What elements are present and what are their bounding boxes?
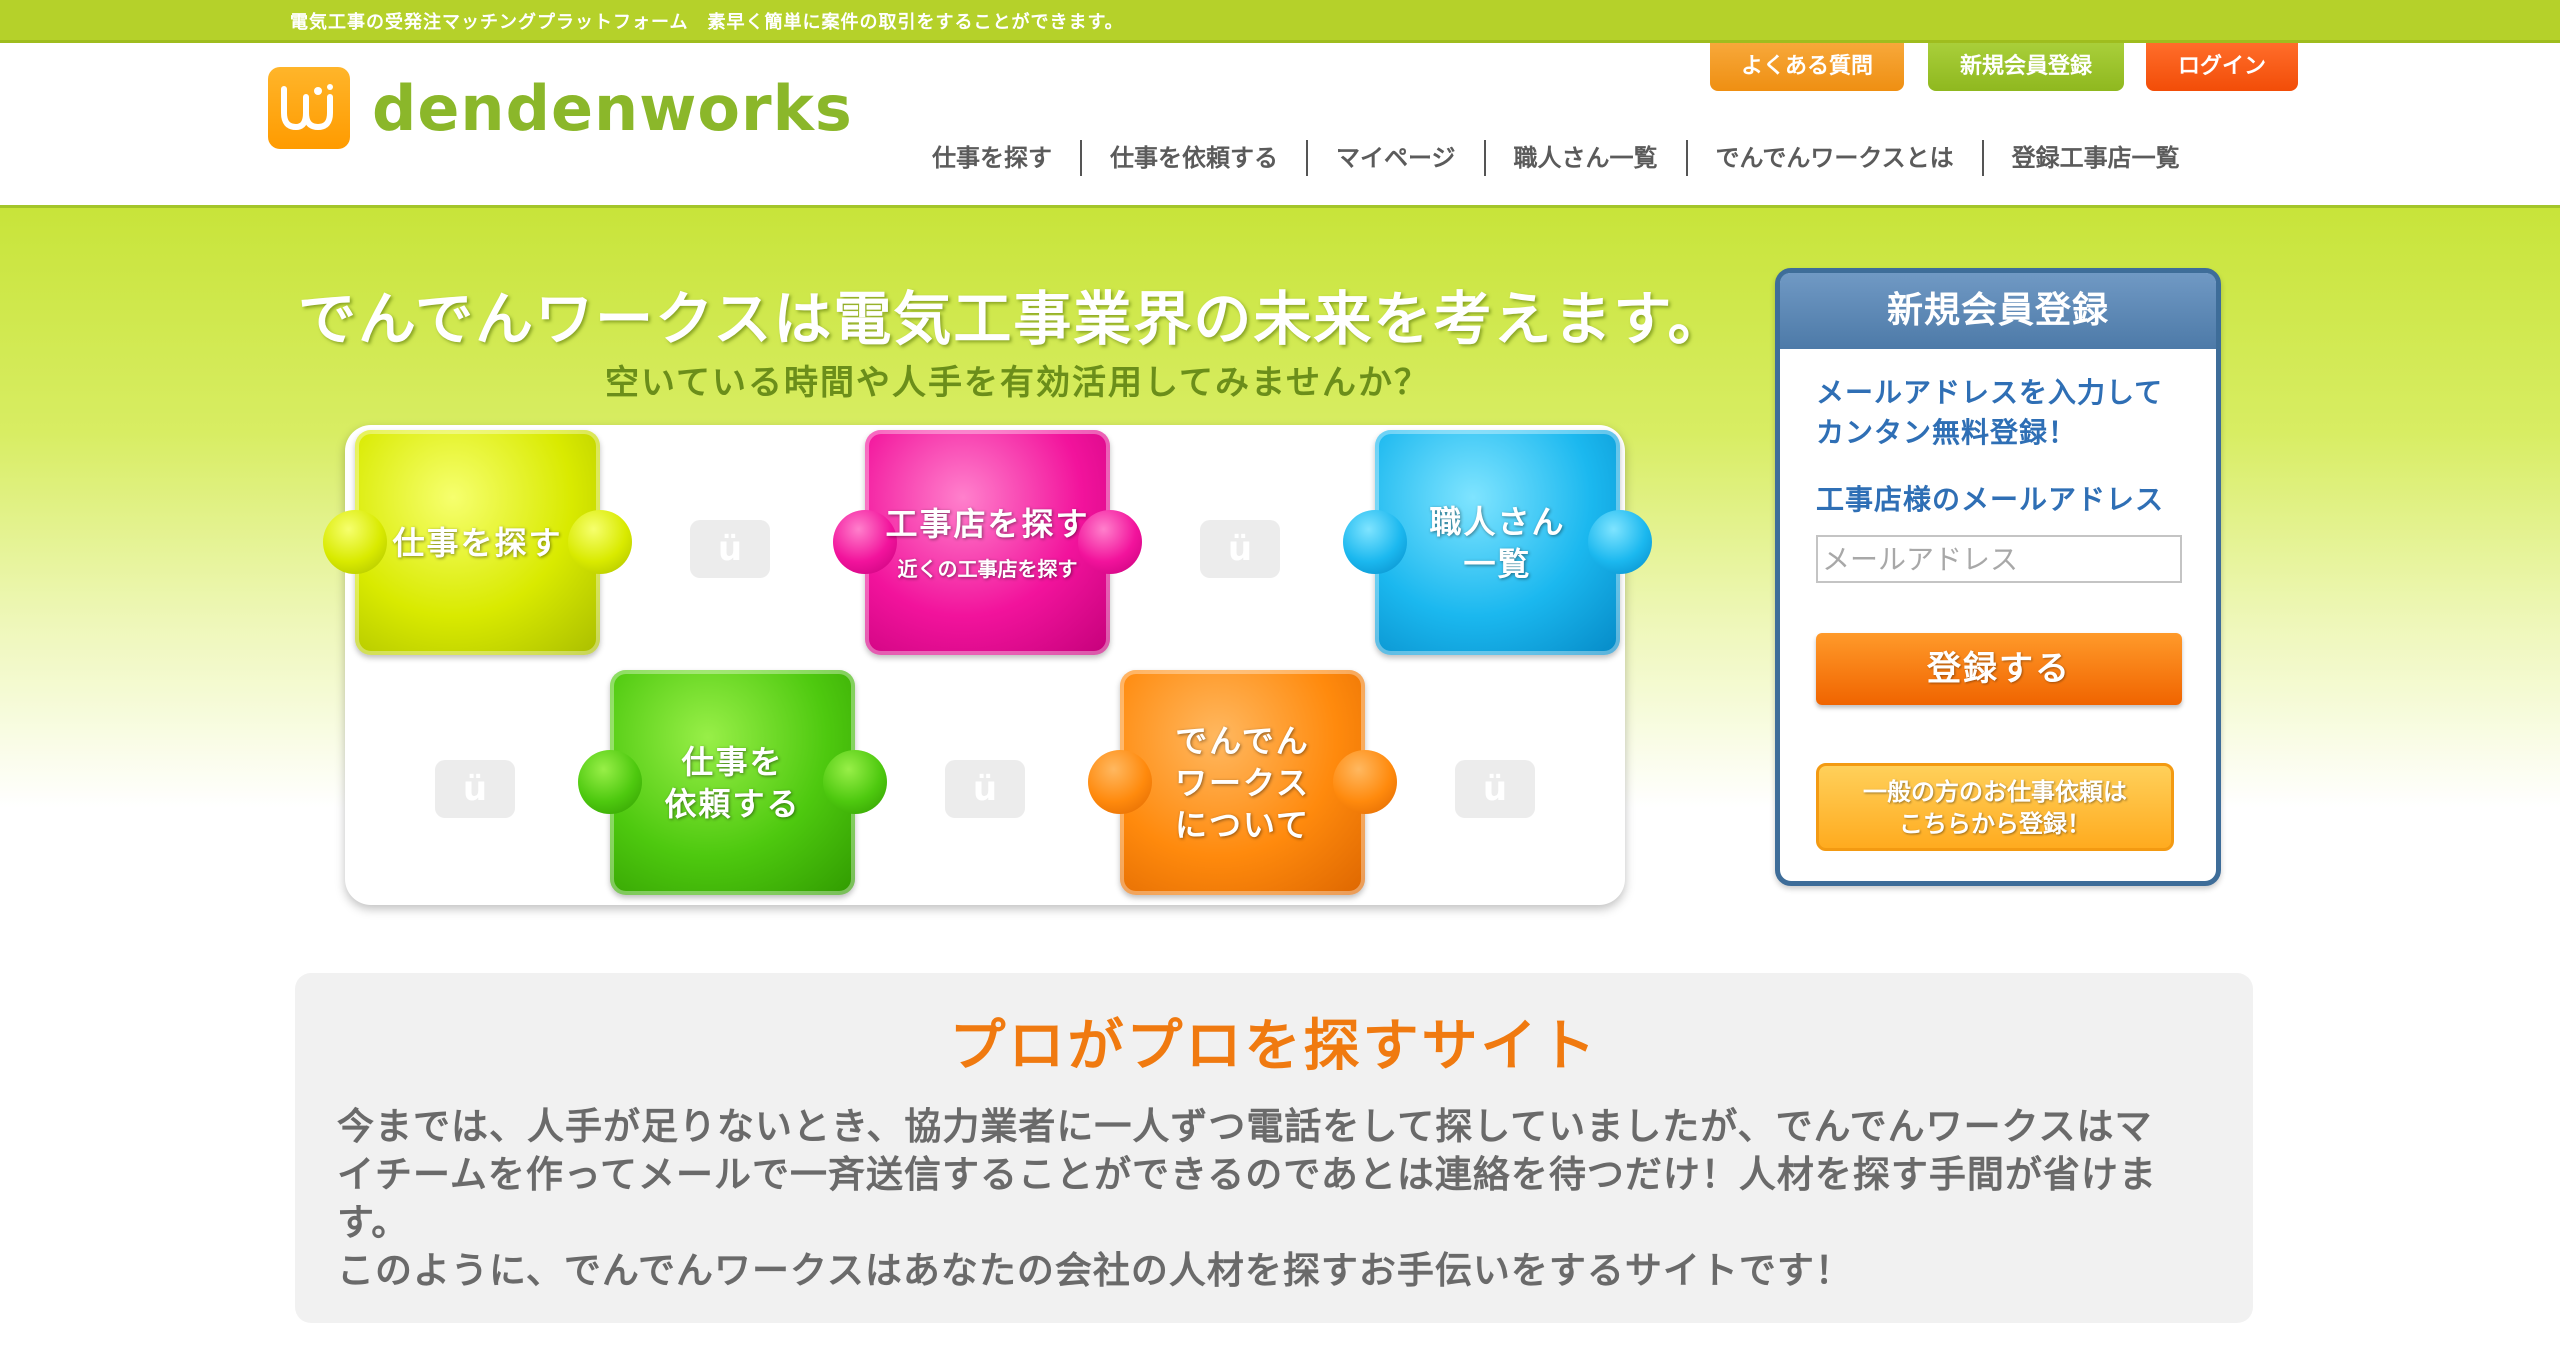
puzzle-knob — [1333, 750, 1397, 814]
puzzle-knob — [823, 750, 887, 814]
puzzle-knob — [323, 510, 387, 574]
puzzle-find-shop-label: 工事店を探す — [885, 505, 1090, 543]
email-field[interactable] — [1816, 535, 2182, 583]
puzzle-knob — [578, 750, 642, 814]
intro-title: プロがプロを探すサイト — [949, 1014, 1599, 1079]
ghost-logo-icon: ü — [1200, 520, 1280, 578]
ghost-logo-icon: ü — [1455, 760, 1535, 818]
puzzle-find-job[interactable]: 仕事を探す — [323, 430, 632, 655]
signup-lead: メールアドレスを入力して カンタン無料登録！ — [1816, 373, 2163, 453]
intro-body: 今までは、人手が足りないとき、協力業者に一人ずつ電話をして探していましたが、でん… — [337, 1103, 2167, 1295]
hero-title: でんでんワークスは電気工事業界の未来を考えます。 — [298, 285, 1728, 353]
intro-paragraph: このように、でんでんワークスはあなたの会社の人材を探すお手伝いをするサイトです！ — [337, 1249, 1853, 1292]
logo-mark-icon — [268, 67, 350, 149]
nav-craftsmen-list[interactable]: 職人さん一覧 — [1483, 140, 1686, 176]
puzzle-about[interactable]: でんでん ワークス について — [1088, 670, 1397, 895]
signup-heading: 新規会員登録 — [1780, 273, 2216, 349]
general-request-button[interactable]: 一般の方のお仕事依頼は こちらから登録！ — [1816, 763, 2174, 851]
signup-panel: 新規会員登録 メールアドレスを入力して カンタン無料登録！ 工事店様のメールアド… — [1775, 268, 2221, 886]
register-button[interactable]: 新規会員登録 — [1928, 43, 2124, 91]
signup-lead-line2: カンタン無料登録！ — [1816, 416, 2078, 449]
hero-subtitle: 空いている時間や人手を有効活用してみませんか？ — [605, 363, 1430, 403]
login-button[interactable]: ログイン — [2146, 43, 2298, 91]
puzzle-request-line2: 依頼する — [664, 784, 801, 823]
ghost-logo-icon: ü — [690, 520, 770, 578]
intro-paragraph: 今までは、人手が足りないとき、協力業者に一人ずつ電話をして探していましたが、でん… — [337, 1105, 2157, 1244]
register-submit-button[interactable]: 登録する — [1816, 633, 2182, 705]
nav-find-job[interactable]: 仕事を探す — [912, 140, 1080, 176]
puzzle-craftsmen-line2: 一覧 — [1463, 544, 1532, 583]
email-label: 工事店様のメールアドレス — [1816, 483, 2165, 516]
puzzle-knob — [1343, 510, 1407, 574]
site-tagline: 電気工事の受発注マッチングプラットフォーム 素早く簡単に案件の取引をすることがで… — [290, 12, 1124, 33]
intro-section: プロがプロを探すサイト 今までは、人手が足りないとき、協力業者に一人ずつ電話をし… — [295, 973, 2253, 1323]
nav-mypage[interactable]: マイページ — [1306, 140, 1484, 176]
nav-about[interactable]: でんでんワークスとは — [1685, 140, 1982, 176]
main-nav: 仕事を探す 仕事を依頼する マイページ 職人さん一覧 でんでんワークスとは 登録… — [912, 138, 2208, 178]
ghost-logo-icon: ü — [435, 760, 515, 818]
puzzle-find-job-label: 仕事を探す — [392, 523, 563, 562]
general-request-line1: 一般の方のお仕事依頼は — [1863, 778, 2127, 806]
puzzle-board: ü ü ü ü ü 仕事を探す 工事店を探す 近くの工事店を探す 職人さん 一覧… — [323, 425, 1652, 905]
site-logo[interactable]: dendenworks — [268, 67, 853, 149]
nav-request-job[interactable]: 仕事を依頼する — [1080, 140, 1306, 176]
puzzle-request-job[interactable]: 仕事を 依頼する — [578, 670, 887, 895]
puzzle-request-line1: 仕事を — [681, 742, 784, 781]
puzzle-find-shop-sublabel: 近くの工事店を探す — [897, 557, 1078, 581]
nav-shop-list[interactable]: 登録工事店一覧 — [1981, 140, 2208, 176]
puzzle-about-line3: について — [1174, 805, 1311, 844]
faq-button[interactable]: よくある質問 — [1710, 43, 1904, 91]
puzzle-knob — [1088, 750, 1152, 814]
puzzle-knob — [568, 510, 632, 574]
puzzle-about-line1: でんでん — [1175, 721, 1310, 760]
top-tagline-bar: 電気工事の受発注マッチングプラットフォーム 素早く簡単に案件の取引をすることがで… — [0, 0, 2560, 43]
ghost-logo-icon: ü — [945, 760, 1025, 818]
general-request-line2: こちらから登録！ — [1899, 810, 2091, 838]
puzzle-find-shop[interactable]: 工事店を探す 近くの工事店を探す — [833, 430, 1142, 655]
puzzle-about-line2: ワークス — [1174, 763, 1311, 802]
logo-text: dendenworks — [372, 71, 853, 145]
puzzle-craftsmen-line1: 職人さん — [1429, 502, 1566, 541]
signup-lead-line1: メールアドレスを入力して — [1816, 376, 2164, 409]
puzzle-knob — [1588, 510, 1652, 574]
puzzle-craftsmen[interactable]: 職人さん 一覧 — [1343, 430, 1652, 655]
